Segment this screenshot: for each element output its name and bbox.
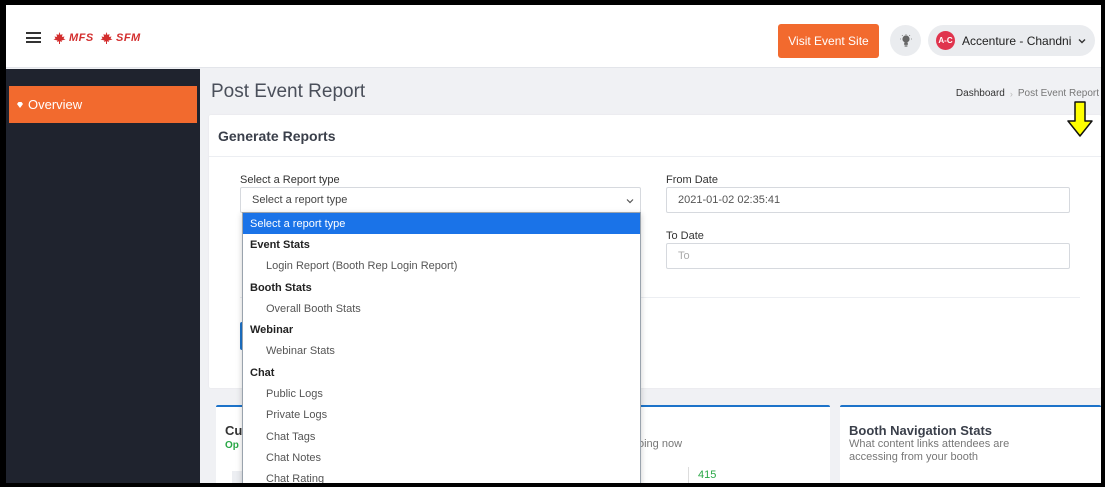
current-stats-count: 415 [698,469,717,481]
brand-logo-sfm[interactable]: SFM [100,32,141,44]
gem-icon [17,101,23,108]
dropdown-group-label: Event Stats [250,238,310,251]
booth-navigation-description: What content links attendees are accessi… [849,438,1010,463]
from-date-label: From Date [666,174,718,186]
dropdown-group-label: Booth Stats [250,281,312,294]
from-date-value: 2021-01-02 02:35:41 [678,194,781,206]
dropdown-option[interactable]: Login Report (Booth Rep Login Report) [243,256,640,277]
brand-text-mfs: MFS [69,32,94,44]
chevron-down-icon [626,199,634,204]
avatar: A-C [936,31,955,50]
dropdown-option[interactable]: Select a report type [243,213,640,235]
report-type-select[interactable]: Select a report type [240,187,641,213]
visit-event-site-button[interactable]: Visit Event Site [778,24,879,58]
dropdown-option[interactable]: Private Logs [243,405,640,426]
from-date-input[interactable]: 2021-01-02 02:35:41 [666,187,1070,213]
dropdown-option[interactable]: Chat Notes [243,447,640,468]
sidebar-item-label: Overview [28,97,83,112]
stat-divider [688,467,689,483]
maple-leaf-icon [100,32,113,44]
card-title: Generate Reports [209,115,1101,157]
current-stats-title: Cu [225,423,243,438]
dropdown-option[interactable]: Chat Rating [243,469,640,483]
to-date-label: To Date [666,230,704,242]
app-window: MFS SFM Visit Event Site A-C Accenture -… [6,5,1101,483]
user-name: Accenture - Chandni [962,33,1072,48]
current-stats-subtitle: Op [225,440,239,451]
current-stats-now-text: oing now [638,438,683,450]
lightbulb-icon [899,33,912,47]
to-date-placeholder: To [678,250,690,262]
theme-toggle-button[interactable] [890,25,921,56]
breadcrumb-separator: › [1009,88,1013,99]
dropdown-group-label: Chat [250,366,275,379]
booth-navigation-title: Booth Navigation Stats [849,423,993,438]
brand-logo-mfs[interactable]: MFS [53,32,94,44]
dropdown-group-label: Webinar [250,324,294,337]
sidebar: Overview [6,69,200,483]
breadcrumb-current: Post Event Report [1017,88,1099,99]
dropdown-option[interactable]: Chat Tags [243,426,640,447]
dropdown-option[interactable]: Webinar Stats [243,341,640,362]
breadcrumb: Dashboard › Post Event Report [956,88,1099,99]
breadcrumb-dashboard-link[interactable]: Dashboard [956,88,1005,99]
brand-text-sfm: SFM [116,32,141,44]
report-type-label: Select a Report type [240,174,340,186]
annotation-arrow-down-icon [1067,101,1093,137]
hamburger-menu-icon[interactable] [26,32,41,43]
dropdown-option[interactable]: Public Logs [243,383,640,404]
maple-leaf-icon [53,32,66,44]
report-type-selected-value: Select a report type [252,194,348,206]
user-menu-button[interactable]: A-C Accenture - Chandni [928,25,1095,56]
chevron-down-icon [1078,38,1086,43]
dropdown-option[interactable]: Overall Booth Stats [243,298,640,319]
top-navbar: MFS SFM Visit Event Site A-C Accenture -… [6,5,1101,68]
to-date-input[interactable]: To [666,243,1070,269]
report-type-dropdown-list[interactable]: Select a report type Event Stats Login Rep… [242,212,641,483]
sidebar-item-overview[interactable]: Overview [9,86,197,123]
booth-navigation-stats-card: Booth Navigation Stats What content link… [840,405,1101,483]
page-title: Post Event Report [211,81,366,102]
